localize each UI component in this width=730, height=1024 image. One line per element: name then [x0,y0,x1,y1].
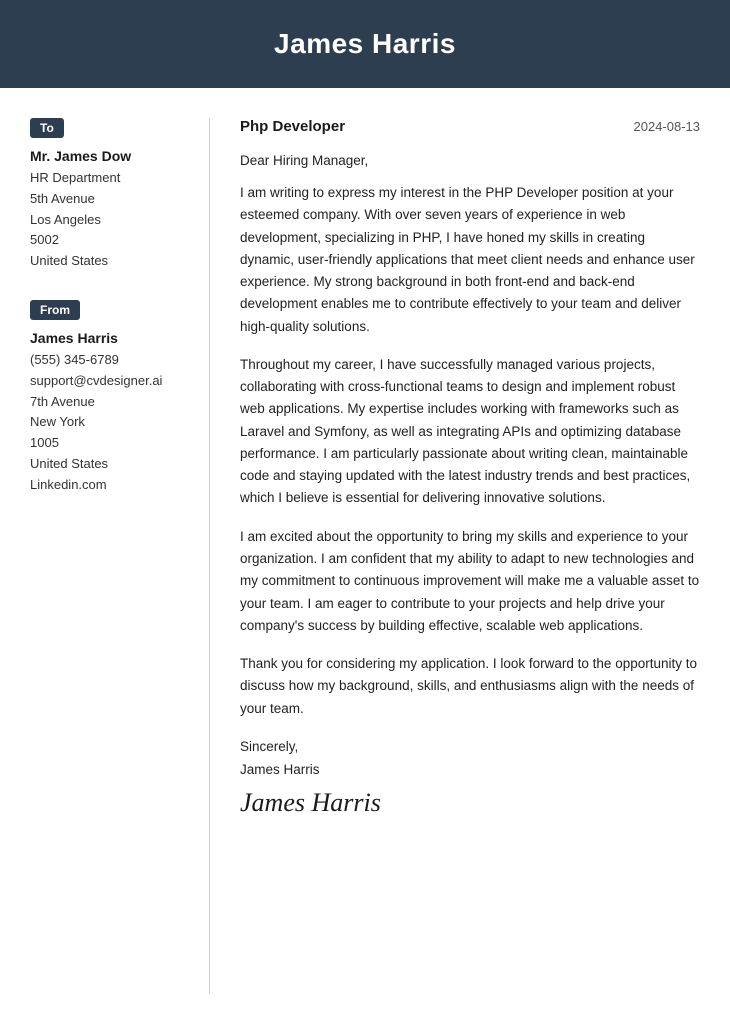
date: 2024-08-13 [634,119,701,134]
from-city: New York [30,412,189,433]
to-street: 5th Avenue [30,189,189,210]
from-phone: (555) 345-6789 [30,350,189,371]
to-zip: 5002 [30,230,189,251]
main-header-row: Php Developer 2024-08-13 [240,118,700,135]
from-section: From James Harris (555) 345-6789 support… [30,300,189,496]
to-name: Mr. James Dow [30,148,189,164]
to-country: United States [30,251,189,272]
main-content: Php Developer 2024-08-13 Dear Hiring Man… [210,118,730,994]
from-street: 7th Avenue [30,392,189,413]
closing-name: James Harris [240,759,700,782]
paragraph-2: Throughout my career, I have successfull… [240,354,700,510]
paragraph-1: I am writing to express my interest in t… [240,182,700,338]
to-city: Los Angeles [30,210,189,231]
to-badge: To [30,118,64,138]
job-title: Php Developer [240,118,345,135]
to-section: To Mr. James Dow HR Department 5th Avenu… [30,118,189,272]
from-zip: 1005 [30,433,189,454]
paragraph-3: I am excited about the opportunity to br… [240,526,700,637]
page: James Harris To Mr. James Dow HR Departm… [0,0,730,1024]
paragraph-4: Thank you for considering my application… [240,653,700,720]
sidebar: To Mr. James Dow HR Department 5th Avenu… [0,118,210,994]
body: To Mr. James Dow HR Department 5th Avenu… [0,88,730,1024]
signature: James Harris [240,788,700,818]
from-badge: From [30,300,80,320]
signature-block: Sincerely, James Harris James Harris [240,736,700,818]
header-name: James Harris [20,28,710,60]
from-email: support@cvdesigner.ai [30,371,189,392]
header: James Harris [0,0,730,88]
closing: Sincerely, [240,736,700,759]
to-department: HR Department [30,168,189,189]
from-country: United States [30,454,189,475]
from-name: James Harris [30,330,189,346]
greeting: Dear Hiring Manager, [240,153,700,168]
from-website: Linkedin.com [30,475,189,496]
